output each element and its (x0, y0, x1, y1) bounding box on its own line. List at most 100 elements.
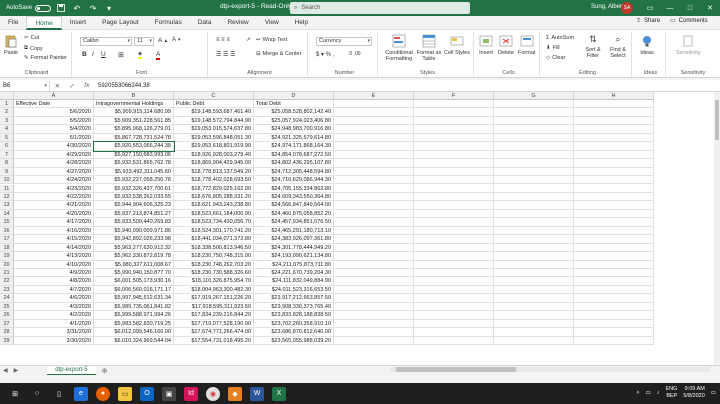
align-left-icon[interactable]: ☰ ☰ ☰ (216, 51, 235, 58)
table-cell[interactable] (574, 167, 654, 177)
table-cell[interactable] (574, 302, 654, 312)
table-cell[interactable]: $5,895,968,126,279.01 (94, 125, 174, 134)
table-cell[interactable]: $5,942,892,026,233.98 (94, 235, 174, 244)
row-header[interactable]: 26 (0, 311, 14, 320)
table-cell[interactable] (494, 302, 574, 312)
table-cell[interactable] (334, 226, 414, 236)
excel-icon[interactable]: X (272, 386, 286, 401)
table-cell[interactable]: $24,609,343,550,364.80 (254, 192, 334, 202)
table-cell[interactable]: $24,465,291,180,713.10 (254, 226, 334, 236)
table-cell[interactable] (334, 176, 414, 185)
row-header[interactable]: 14 (0, 209, 14, 219)
notification-icon[interactable]: ▭ (711, 390, 716, 396)
delete-button[interactable]: Delete (498, 34, 514, 56)
table-cell[interactable] (574, 201, 654, 210)
table-cell[interactable]: $24,854,078,687,272.50 (254, 150, 334, 160)
table-cell[interactable] (414, 209, 494, 219)
table-cell[interactable] (414, 184, 494, 193)
row-header[interactable]: 2 (0, 108, 14, 117)
table-cell[interactable]: $5,989,735,061,841.82 (94, 302, 174, 312)
table-cell[interactable] (414, 201, 494, 210)
table-cell[interactable] (494, 277, 574, 286)
word-icon[interactable]: W (250, 386, 264, 401)
header-cell[interactable] (494, 100, 574, 109)
table-cell[interactable]: $24,921,325,579,614.80 (254, 133, 334, 143)
table-cell[interactable]: $18,869,904,429,945.00 (174, 159, 254, 168)
conditional-formatting-button[interactable]: Conditional Formatting (384, 34, 414, 62)
row-header[interactable]: 11 (0, 184, 14, 193)
table-cell[interactable] (334, 125, 414, 134)
horizontal-scrollbar[interactable] (390, 367, 710, 372)
table-cell[interactable] (334, 336, 414, 346)
table-cell[interactable]: 5/1/2020 (14, 133, 94, 143)
table-cell[interactable]: $18,230,748,262,703.20 (174, 260, 254, 269)
header-cell[interactable] (414, 100, 494, 109)
menu-help[interactable]: Help (287, 16, 316, 30)
column-header[interactable]: A (14, 92, 94, 100)
table-cell[interactable]: $5,927,150,683,993.06 (94, 150, 174, 160)
customize-qat-icon[interactable]: ▾ (103, 2, 115, 14)
table-cell[interactable]: 5/5/2020 (14, 116, 94, 126)
save-icon[interactable] (55, 2, 67, 14)
table-cell[interactable] (414, 277, 494, 286)
orientation-icon[interactable]: ↗ (246, 37, 251, 43)
table-cell[interactable]: $24,011,523,316,653.50 (254, 285, 334, 295)
menu-insert[interactable]: Insert (62, 16, 94, 30)
table-cell[interactable]: $24,211,075,873,711.80 (254, 260, 334, 269)
bold-icon[interactable]: B (82, 51, 87, 58)
table-cell[interactable]: $24,460,875,058,852.20 (254, 209, 334, 219)
column-header[interactable]: H (574, 92, 654, 100)
table-cell[interactable]: 4/14/2020 (14, 243, 94, 253)
table-cell[interactable] (334, 209, 414, 219)
table-cell[interactable]: $5,997,945,512,631.34 (94, 294, 174, 303)
table-cell[interactable] (334, 116, 414, 126)
table-cell[interactable]: 4/29/2020 (14, 150, 94, 160)
table-cell[interactable]: $18,772,829,025,162.00 (174, 184, 254, 193)
table-cell[interactable]: $24,974,171,868,164.30 (254, 142, 334, 151)
table-cell[interactable] (494, 328, 574, 337)
vertical-scrollbar[interactable] (714, 92, 720, 365)
table-cell[interactable] (414, 336, 494, 346)
worksheet-grid[interactable]: A B C D E F G H 1 Effective Date Intragovernmental… (0, 92, 714, 365)
clock[interactable]: 9:09 AM 5/8/2020 (683, 386, 704, 400)
sheet-tab[interactable]: dtp-export-5 (47, 365, 96, 376)
menu-formulas[interactable]: Formulas (147, 16, 190, 30)
table-cell[interactable] (334, 260, 414, 269)
paste-button[interactable]: Paste (4, 34, 18, 56)
table-cell[interactable] (414, 192, 494, 202)
row-header[interactable]: 18 (0, 243, 14, 253)
table-cell[interactable]: $24,383,926,097,361.80 (254, 235, 334, 244)
formula-input[interactable]: 5920553066244.38 (94, 83, 150, 89)
table-cell[interactable]: $18,110,326,875,954.70 (174, 277, 254, 286)
close-icon[interactable]: ✕ (700, 0, 720, 16)
table-cell[interactable]: $23,702,260,358,910.10 (254, 319, 334, 329)
table-cell[interactable]: $5,940,990,009,971.86 (94, 226, 174, 236)
format-painter-button[interactable]: ✎ Format Painter (24, 55, 67, 61)
table-cell[interactable] (334, 311, 414, 320)
file-explorer-icon[interactable]: ▭ (118, 386, 132, 401)
table-cell[interactable]: $24,948,983,700,916.80 (254, 125, 334, 134)
table-cell[interactable] (334, 285, 414, 295)
function-icon[interactable]: fx (84, 82, 89, 90)
edge-icon[interactable]: e (74, 386, 88, 401)
table-cell[interactable] (334, 133, 414, 143)
next-sheet-icon[interactable]: ▶ (11, 367, 22, 374)
table-cell[interactable] (494, 108, 574, 117)
table-cell[interactable] (414, 108, 494, 117)
table-cell[interactable]: $17,719,077,528,190.90 (174, 319, 254, 329)
table-cell[interactable] (574, 133, 654, 143)
table-cell[interactable]: $5,999,588,971,994.26 (94, 311, 174, 320)
table-cell[interactable] (414, 243, 494, 253)
row-header[interactable]: 24 (0, 294, 14, 303)
table-cell[interactable] (494, 235, 574, 244)
table-cell[interactable] (574, 150, 654, 160)
chrome-icon[interactable]: ◉ (206, 386, 220, 401)
table-cell[interactable]: $5,944,904,606,325.23 (94, 201, 174, 210)
row-header[interactable]: 10 (0, 176, 14, 185)
header-cell[interactable]: Total Debt (254, 100, 334, 109)
prev-sheet-icon[interactable]: ◀ (0, 367, 11, 374)
row-header[interactable]: 16 (0, 226, 14, 236)
row-header[interactable]: 13 (0, 201, 14, 210)
chevron-up-icon[interactable]: ˄ (636, 390, 639, 396)
table-cell[interactable]: $24,111,832,049,884.90 (254, 277, 334, 286)
